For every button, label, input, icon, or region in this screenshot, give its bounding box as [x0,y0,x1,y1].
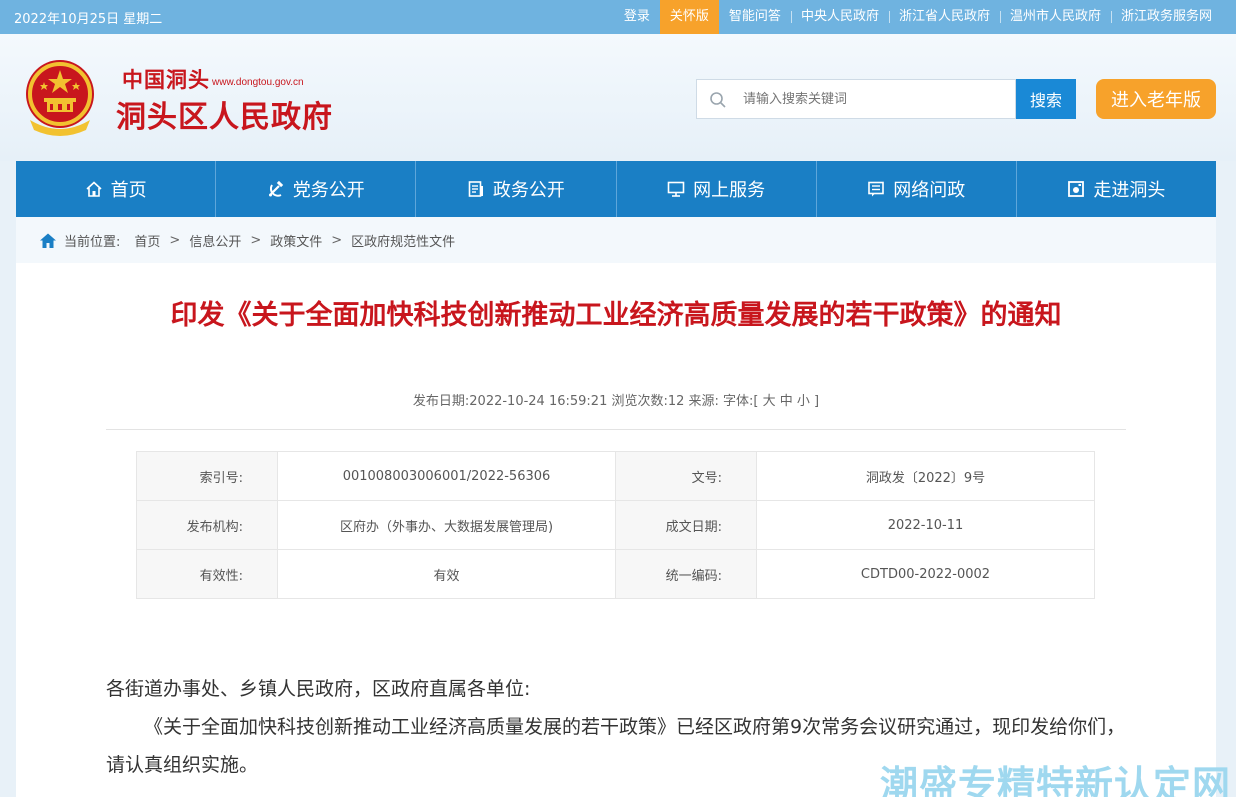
nav-gov-affairs-label: 政务公开 [492,180,565,201]
breadcrumb-home[interactable]: 首页 [134,231,160,250]
site-header: 中国洞头 www.dongtou.gov.cn 洞头区人民政府 搜索 进入老年版 [0,34,1236,161]
article-meta: 发布日期:2022-10-24 16:59:21 浏览次数:12 来源: 字体:… [412,394,820,409]
index-label: 索引号: [136,451,278,501]
breadcrumb-label: 当前位置: [64,234,121,250]
nav-home-label: 首页 [110,180,147,201]
nav-party-affairs[interactable]: 党务公开 [216,161,417,217]
national-emblem-icon [26,60,94,136]
nav-online-inquiry[interactable]: 网络问政 [817,161,1017,217]
current-date: 2022年10月25日 星期二 [14,12,163,27]
zj-service-link[interactable]: 浙江政务服务网 [1110,0,1222,34]
nav-about-dongtou-label: 走进洞头 [1093,180,1166,201]
divider [106,429,1126,430]
search-icon [710,92,726,108]
code-value: CDTD00-2022-0002 [756,549,1095,599]
validity-label: 有效性: [136,549,278,599]
search-button[interactable]: 搜索 [1016,79,1076,119]
smart-qa-link[interactable]: 智能问答 [719,0,791,34]
central-gov-link[interactable]: 中央人民政府 [790,0,889,34]
index-value: 001008003006001/2022-56306 [277,451,616,501]
article-content: 印发《关于全面加快科技创新推动工业经济高质量发展的若干政策》的通知 发布日期:2… [16,263,1216,797]
search-box [696,79,1016,119]
docno-value: 洞政发〔2022〕9号 [756,451,1095,501]
docno-label: 文号: [615,451,757,501]
login-link[interactable]: 登录 [614,0,660,34]
article-title: 印发《关于全面加快科技创新推动工业经济高质量发展的若干政策》的通知 [170,300,1062,331]
breadcrumb-policy-docs[interactable]: 政策文件 [270,231,322,250]
home-icon [40,233,56,248]
search-input[interactable] [743,88,1003,110]
document-info-table: 索引号: 001008003006001/2022-56306 文号: 洞政发〔… [136,451,1095,599]
breadcrumb-info-public[interactable]: 信息公开 [189,231,241,250]
main-nav: 首页 党务公开 政务公开 网上服务 网络问政 走进洞头 [16,161,1216,217]
nav-gov-affairs[interactable]: 政务公开 [416,161,617,217]
monitor-icon [667,181,685,197]
table-row: 索引号: 001008003006001/2022-56306 文号: 洞政发〔… [136,451,1095,501]
issuer-value: 区府办（外事办、大数据发展管理局) [277,500,616,550]
nav-home[interactable]: 首页 [16,161,217,217]
logo-small-text: 中国洞头 [122,67,210,92]
table-row: 发布机构: 区府办（外事办、大数据发展管理局) 成文日期: 2022-10-11 [136,500,1095,550]
nav-about-dongtou[interactable]: 走进洞头 [1017,161,1216,217]
validity-value: 有效 [277,549,616,599]
elder-version-button[interactable]: 进入老年版 [1096,79,1216,119]
top-links: 登录 关怀版 智能问答 中央人民政府 浙江省人民政府 温州市人民政府 浙江政务服… [614,0,1222,34]
nav-party-affairs-label: 党务公开 [292,180,365,201]
issuer-label: 发布机构: [136,500,278,550]
breadcrumb: 当前位置: 首页 > 信息公开 > 政策文件 > 区政府规范性文件 [16,217,1216,263]
table-row: 有效性: 有效 统一编码: CDTD00-2022-0002 [136,549,1095,599]
zhejiang-gov-link[interactable]: 浙江省人民政府 [888,0,1000,34]
logo-domain: www.dongtou.gov.cn [212,77,304,88]
message-icon [868,181,885,197]
wenzhou-gov-link[interactable]: 温州市人民政府 [999,0,1111,34]
document-icon [468,181,483,197]
nav-online-service-label: 网上服务 [693,180,766,201]
salutation: 各街道办事处、乡镇人民政府，区政府直属各单位: [106,678,531,700]
home-icon [86,181,102,197]
care-version-link[interactable]: 关怀版 [659,0,719,34]
date-label: 成文日期: [615,500,757,550]
nav-online-service[interactable]: 网上服务 [617,161,817,217]
camera-icon [1068,181,1085,197]
watermark: 潮盛专精特新认定网 [880,763,1232,797]
top-bar: 2022年10月25日 星期二 登录 关怀版 智能问答 中央人民政府 浙江省人民… [0,0,1236,34]
site-title[interactable]: 洞头区人民政府 [116,92,333,136]
hammer-sickle-icon [268,180,283,197]
date-value: 2022-10-11 [756,500,1095,550]
code-label: 统一编码: [615,549,757,599]
nav-online-inquiry-label: 网络问政 [893,180,966,201]
breadcrumb-normative-docs[interactable]: 区政府规范性文件 [351,231,455,250]
